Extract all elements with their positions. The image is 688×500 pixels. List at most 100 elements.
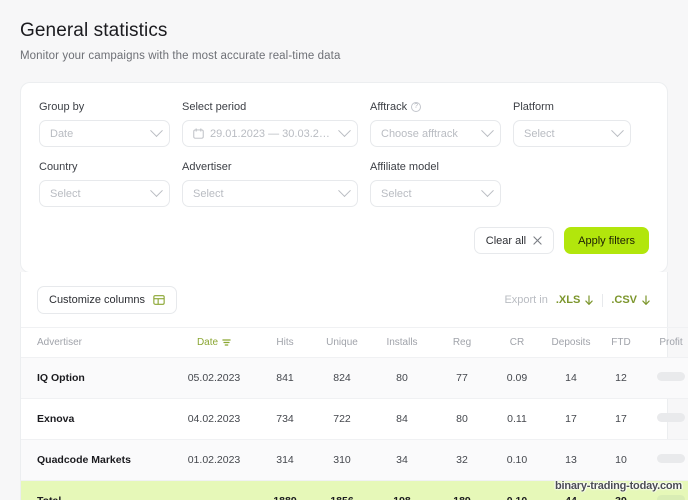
select-platform-value: Select: [524, 127, 555, 140]
export-csv-label: .CSV: [611, 294, 637, 306]
columns-grid-icon: [153, 295, 165, 305]
select-affiliate-model[interactable]: Select: [370, 180, 501, 207]
profit-placeholder: [657, 454, 685, 463]
table-toolbar: Customize columns Export in .XLS .CSV: [21, 272, 667, 327]
export-xls-button[interactable]: .XLS: [556, 294, 594, 306]
label-select-period: Select period: [182, 101, 247, 113]
help-icon[interactable]: ?: [411, 102, 422, 112]
filter-row-1: Group by Date Select period 29.01.2023 —…: [39, 101, 649, 147]
calendar-icon: [193, 128, 204, 139]
column-header-cr[interactable]: CR: [491, 327, 543, 358]
cell-hits: 314: [257, 439, 313, 481]
column-header-ftd[interactable]: FTD: [599, 327, 643, 358]
chevron-down-icon: [338, 124, 351, 138]
cell-total-ftd: 39: [599, 480, 643, 500]
column-header-unique[interactable]: Unique: [313, 327, 371, 358]
column-header-date[interactable]: Date: [171, 327, 257, 358]
export-group: Export in .XLS .CSV: [504, 293, 651, 307]
cell-reg: 77: [433, 357, 491, 399]
select-period[interactable]: 29.01.2023 — 30.03.2023: [182, 120, 358, 147]
field-platform: Platform Select: [513, 101, 631, 147]
select-advertiser-value: Select: [193, 187, 224, 200]
chevron-down-icon: [611, 124, 624, 138]
cell-profit: [643, 439, 688, 481]
column-header-hits[interactable]: Hits: [257, 327, 313, 358]
field-country: Country Select: [39, 161, 170, 207]
table-body: IQ Option 05.02.2023 841 824 80 77 0.09 …: [21, 357, 688, 500]
select-country-value: Select: [50, 187, 81, 200]
column-header-reg[interactable]: Reg: [433, 327, 491, 358]
cell-total-unique: 1856: [313, 480, 371, 500]
export-csv-button[interactable]: .CSV: [611, 294, 651, 306]
cell-total-date: [171, 480, 257, 500]
page-title: General statistics: [20, 20, 168, 41]
cell-date: 01.02.2023: [171, 439, 257, 481]
cell-date: 05.02.2023: [171, 357, 257, 399]
cell-unique: 824: [313, 357, 371, 399]
sort-filter-icon: [222, 339, 231, 346]
select-group-by[interactable]: Date: [39, 120, 170, 147]
select-affiliate-model-value: Select: [381, 187, 412, 200]
profit-placeholder: [657, 372, 685, 381]
page-root: General statistics Monitor your campaign…: [0, 0, 688, 500]
select-advertiser[interactable]: Select: [182, 180, 358, 207]
column-header-advertiser[interactable]: Advertiser: [21, 327, 171, 358]
filters-card: Group by Date Select period 29.01.2023 —…: [20, 82, 668, 273]
clear-all-button[interactable]: Clear all: [473, 227, 555, 254]
select-period-value: 29.01.2023 — 30.03.2023: [210, 127, 334, 140]
chevron-down-icon: [481, 184, 494, 198]
select-afftrack[interactable]: Choose afftrack: [370, 120, 501, 147]
chevron-down-icon: [150, 184, 163, 198]
cell-ftd: 10: [599, 439, 643, 481]
select-group-by-value: Date: [50, 127, 74, 140]
table-row[interactable]: Exnova 04.02.2023 734 722 84 80 0.11 17 …: [21, 398, 688, 440]
cell-unique: 722: [313, 398, 371, 440]
field-affiliate-model: Affiliate model Select: [370, 161, 501, 207]
cell-total-installs: 198: [371, 480, 433, 500]
filter-row-2: Country Select Advertiser Select Affilia…: [39, 161, 649, 207]
cell-deposits: 17: [543, 398, 599, 440]
chevron-down-icon: [338, 184, 351, 198]
export-separator: [602, 293, 604, 307]
label-group-by: Group by: [39, 101, 85, 113]
column-header-deposits[interactable]: Deposits: [543, 327, 599, 358]
field-advertiser: Advertiser Select: [182, 161, 358, 207]
table-header-row: Advertiser Date Hits Unique Installs Reg…: [21, 327, 688, 358]
table-head: Advertiser Date Hits Unique Installs Reg…: [21, 327, 688, 358]
select-platform[interactable]: Select: [513, 120, 631, 147]
column-header-installs[interactable]: Installs: [371, 327, 433, 358]
cell-ftd: 17: [599, 398, 643, 440]
select-country[interactable]: Select: [39, 180, 170, 207]
download-icon: [642, 294, 650, 305]
cell-installs: 34: [371, 439, 433, 481]
cell-profit: [643, 357, 688, 399]
column-header-profit[interactable]: Profit: [643, 327, 688, 358]
table-row[interactable]: IQ Option 05.02.2023 841 824 80 77 0.09 …: [21, 357, 688, 399]
cell-hits: 841: [257, 357, 313, 399]
cell-cr: 0.10: [491, 439, 543, 481]
cell-unique: 310: [313, 439, 371, 481]
customize-columns-label: Customize columns: [49, 294, 145, 306]
label-affiliate-model: Affiliate model: [370, 161, 439, 173]
table-total-row: Total 1889 1856 198 189 0.10 44 39: [21, 480, 688, 500]
cell-total-deposits: 44: [543, 480, 599, 500]
table-row[interactable]: Quadcode Markets 01.02.2023 314 310 34 3…: [21, 439, 688, 481]
cell-total-profit: [643, 480, 688, 500]
page-subtitle: Monitor your campaigns with the most acc…: [20, 50, 341, 62]
cell-total-hits: 1889: [257, 480, 313, 500]
cell-hits: 734: [257, 398, 313, 440]
cell-reg: 80: [433, 398, 491, 440]
cell-ftd: 12: [599, 357, 643, 399]
cell-total-reg: 189: [433, 480, 491, 500]
cell-advertiser: IQ Option: [21, 357, 171, 399]
column-header-date-label: Date: [196, 337, 219, 348]
table-card: Customize columns Export in .XLS .CSV Ad…: [20, 272, 688, 500]
customize-columns-button[interactable]: Customize columns: [37, 286, 177, 314]
field-select-period: Select period 29.01.2023 — 30.03.2023: [182, 101, 358, 147]
cell-date: 04.02.2023: [171, 398, 257, 440]
label-country: Country: [39, 161, 78, 173]
export-label: Export in: [504, 294, 548, 306]
cell-total-label: Total: [21, 480, 171, 500]
cell-installs: 80: [371, 357, 433, 399]
apply-filters-button[interactable]: Apply filters: [564, 227, 649, 254]
